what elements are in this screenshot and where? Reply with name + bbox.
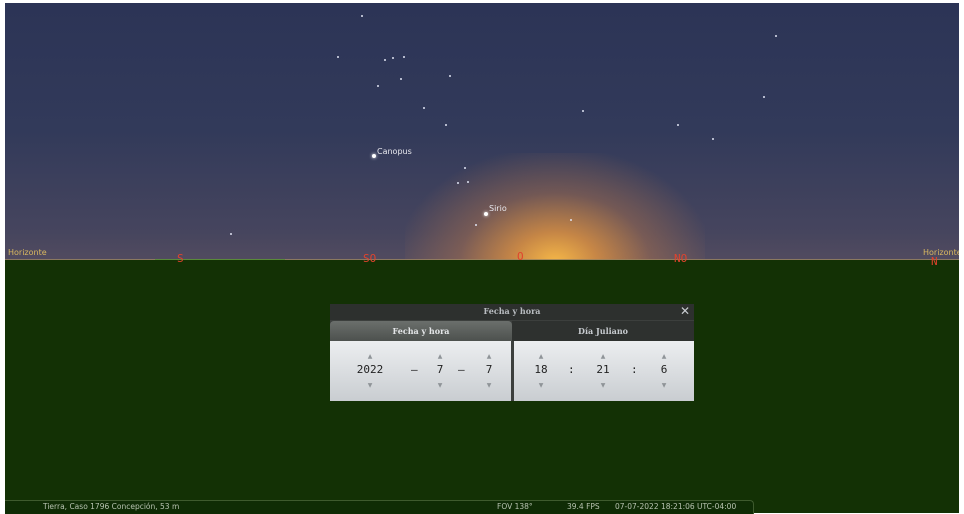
- star[interactable]: [763, 96, 765, 98]
- date-separator: –: [458, 363, 465, 376]
- tab-date-time[interactable]: Fecha y hora: [330, 321, 512, 341]
- star[interactable]: [712, 138, 714, 140]
- horizon-line: [5, 259, 959, 260]
- star[interactable]: [400, 78, 402, 80]
- star[interactable]: [384, 59, 386, 61]
- caret-down-icon[interactable]: ▼: [359, 382, 381, 389]
- month-spinner[interactable]: ▲ 7 ▼: [429, 341, 451, 401]
- close-icon[interactable]: ✕: [680, 304, 690, 318]
- hour-value[interactable]: 18: [524, 363, 558, 376]
- star[interactable]: [775, 35, 777, 37]
- cardinal-s: S: [177, 252, 184, 265]
- star[interactable]: [475, 224, 477, 226]
- date-time-dialog[interactable]: Fecha y hora ✕ Fecha y hora Día Juliano …: [330, 304, 694, 401]
- star[interactable]: [464, 167, 466, 169]
- star-canopus[interactable]: [372, 154, 376, 158]
- time-panel: ▲ 18 ▼ : ▲ 21 ▼ : ▲ 6 ▼: [514, 341, 694, 401]
- date-separator: –: [411, 363, 418, 376]
- caret-up-icon[interactable]: ▲: [592, 353, 614, 360]
- minute-spinner[interactable]: ▲ 21 ▼: [592, 341, 614, 401]
- status-bar: Tierra, Caso 1796 Concepción, 53 m FOV 1…: [5, 500, 754, 514]
- star[interactable]: [361, 15, 363, 17]
- year-spinner[interactable]: ▲ 2022 ▼: [357, 341, 384, 401]
- status-fov: FOV 138°: [497, 502, 533, 511]
- star-label-canopus: Canopus: [377, 147, 412, 156]
- star[interactable]: [677, 124, 679, 126]
- sunset-glow: [405, 153, 705, 260]
- tab-julian-day[interactable]: Día Juliano: [512, 321, 694, 341]
- star[interactable]: [403, 56, 405, 58]
- caret-down-icon[interactable]: ▼: [592, 382, 614, 389]
- caret-down-icon[interactable]: ▼: [478, 382, 500, 389]
- time-separator: :: [568, 363, 575, 376]
- status-fps: 39.4 FPS: [567, 502, 600, 511]
- status-datetime[interactable]: 07-07-2022 18:21:06 UTC-04:00: [615, 502, 736, 511]
- star[interactable]: [423, 107, 425, 109]
- cardinal-no: NO: [674, 252, 688, 265]
- status-location[interactable]: Tierra, Caso 1796 Concepción, 53 m: [43, 502, 179, 511]
- caret-up-icon[interactable]: ▲: [478, 353, 500, 360]
- sky[interactable]: Canopus Sirio: [5, 3, 959, 260]
- dialog-title: Fecha y hora: [483, 306, 541, 316]
- time-separator: :: [631, 363, 638, 376]
- star[interactable]: [570, 219, 572, 221]
- hour-spinner[interactable]: ▲ 18 ▼: [530, 341, 552, 401]
- star[interactable]: [445, 124, 447, 126]
- second-value[interactable]: 6: [647, 363, 681, 376]
- star[interactable]: [457, 182, 459, 184]
- caret-down-icon[interactable]: ▼: [653, 382, 675, 389]
- caret-up-icon[interactable]: ▲: [359, 353, 381, 360]
- day-spinner[interactable]: ▲ 7 ▼: [478, 341, 500, 401]
- caret-down-icon[interactable]: ▼: [429, 382, 451, 389]
- sky-viewport[interactable]: Canopus Sirio Horizonte Horizonte S SO O…: [5, 3, 959, 513]
- star[interactable]: [392, 57, 394, 59]
- caret-up-icon[interactable]: ▲: [530, 353, 552, 360]
- year-value[interactable]: 2022: [353, 363, 387, 376]
- star[interactable]: [230, 233, 232, 235]
- star-label-sirio: Sirio: [489, 204, 507, 213]
- star[interactable]: [582, 110, 584, 112]
- cardinal-o: O: [517, 250, 524, 263]
- cardinal-n: N: [931, 255, 938, 268]
- second-spinner[interactable]: ▲ 6 ▼: [653, 341, 675, 401]
- horizon-label-left: Horizonte: [8, 248, 47, 257]
- date-panel: ▲ 2022 ▼ – ▲ 7 ▼ – ▲ 7 ▼: [330, 341, 511, 401]
- star[interactable]: [337, 56, 339, 58]
- star[interactable]: [467, 181, 469, 183]
- month-value[interactable]: 7: [423, 363, 457, 376]
- minute-value[interactable]: 21: [586, 363, 620, 376]
- dialog-titlebar[interactable]: Fecha y hora ✕: [330, 304, 694, 320]
- day-value[interactable]: 7: [472, 363, 506, 376]
- caret-up-icon[interactable]: ▲: [429, 353, 451, 360]
- star-sirio[interactable]: [484, 212, 488, 216]
- caret-down-icon[interactable]: ▼: [530, 382, 552, 389]
- horizon-label-right: Horizonte: [923, 248, 959, 257]
- star[interactable]: [377, 85, 379, 87]
- star[interactable]: [449, 75, 451, 77]
- horizon-segment: [155, 259, 285, 260]
- cardinal-so: SO: [363, 252, 377, 265]
- caret-up-icon[interactable]: ▲: [653, 353, 675, 360]
